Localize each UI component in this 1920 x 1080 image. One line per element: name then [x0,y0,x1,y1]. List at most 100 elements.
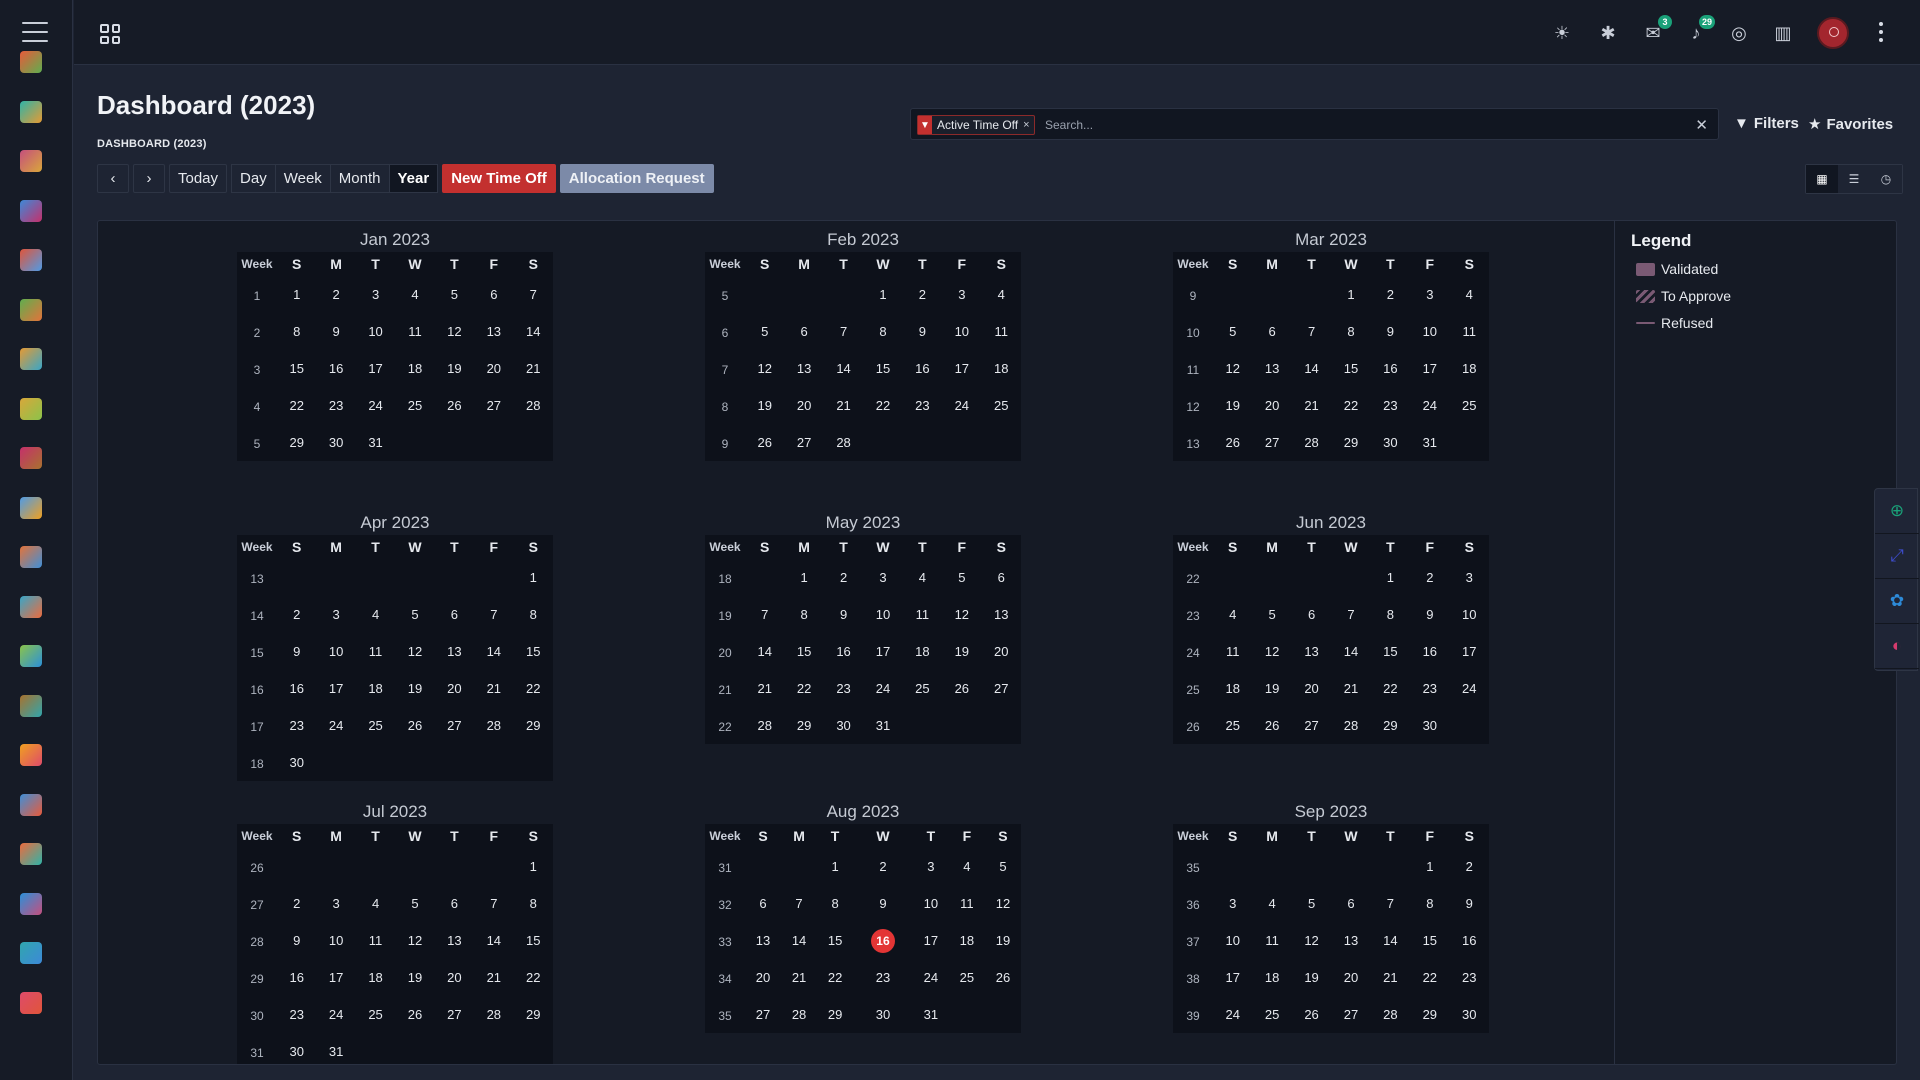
day-cell[interactable]: 28 [514,387,553,424]
day-cell[interactable]: 5 [1213,313,1252,350]
day-cell[interactable]: 9 [1410,596,1449,633]
day-cell[interactable]: 7 [474,885,513,922]
day-cell[interactable]: 29 [277,424,316,461]
day-cell[interactable]: 22 [784,670,823,707]
day-cell[interactable]: 11 [982,313,1021,350]
day-cell[interactable]: 7 [824,313,863,350]
calendar-view-icon[interactable]: ▦ [1806,165,1838,193]
website-app-icon[interactable] [16,889,46,919]
day-cell[interactable]: 15 [514,633,553,670]
day-cell[interactable]: 21 [474,670,513,707]
day-cell[interactable]: 28 [824,424,863,461]
day-cell[interactable]: 16 [277,959,316,996]
day-cell[interactable]: 16 [1410,633,1449,670]
day-cell[interactable]: 25 [395,387,434,424]
day-cell[interactable]: 19 [745,387,784,424]
day-cell[interactable]: 26 [435,387,474,424]
day-cell[interactable]: 28 [474,996,513,1033]
user-avatar[interactable] [1817,17,1849,49]
day-cell[interactable]: 2 [824,559,863,596]
day-cell[interactable]: 31 [863,707,902,744]
day-cell[interactable]: 4 [395,276,434,313]
day-cell[interactable]: 2 [1450,848,1489,885]
day-cell[interactable]: 18 [903,633,942,670]
day-cell[interactable]: 4 [903,559,942,596]
day-cell[interactable]: 6 [435,596,474,633]
settings-app-icon[interactable] [16,988,46,1018]
maintenance-app-icon[interactable] [16,493,46,523]
day-cell[interactable]: 24 [942,387,981,424]
day-cell[interactable]: 20 [435,670,474,707]
scale-day-button[interactable]: Day [231,164,275,193]
day-cell[interactable]: 21 [474,959,513,996]
day-cell[interactable]: 2 [277,596,316,633]
day-cell[interactable]: 11 [903,596,942,633]
day-cell[interactable]: 15 [514,922,553,959]
day-cell[interactable]: 13 [1331,922,1370,959]
day-cell[interactable]: 4 [982,276,1021,313]
day-cell[interactable]: 24 [356,387,395,424]
day-cell[interactable]: 3 [1213,885,1252,922]
allocation-request-button[interactable]: Allocation Request [559,164,714,193]
day-cell[interactable]: 12 [395,633,434,670]
day-cell[interactable]: 30 [277,744,316,781]
day-cell[interactable]: 6 [1252,313,1291,350]
day-cell[interactable]: 9 [316,313,355,350]
day-cell[interactable]: 14 [745,633,784,670]
day-cell[interactable]: 17 [316,959,355,996]
day-cell[interactable]: 1 [784,559,823,596]
day-cell[interactable]: 9 [1371,313,1410,350]
day-cell[interactable]: 26 [1213,424,1252,461]
day-cell[interactable]: 15 [863,350,902,387]
today-day-cell[interactable]: 16 [853,922,913,959]
day-cell[interactable]: 31 [356,424,395,461]
day-cell[interactable]: 4 [1450,276,1489,313]
day-cell[interactable]: 20 [1331,959,1370,996]
day-cell[interactable]: 21 [745,670,784,707]
company-switcher-icon[interactable]: ▥ [1772,22,1794,44]
apps-menu-icon[interactable] [100,24,120,44]
day-cell[interactable]: 18 [982,350,1021,387]
day-cell[interactable]: 18 [356,670,395,707]
day-cell[interactable]: 30 [1371,424,1410,461]
day-cell[interactable]: 14 [474,633,513,670]
employees-app-icon[interactable] [16,542,46,572]
day-cell[interactable]: 12 [435,313,474,350]
day-cell[interactable]: 6 [1331,885,1370,922]
day-cell[interactable]: 2 [1371,276,1410,313]
day-cell[interactable]: 25 [356,707,395,744]
day-cell[interactable]: 6 [435,885,474,922]
day-cell[interactable]: 28 [745,707,784,744]
inventory-app-icon[interactable] [16,146,46,176]
day-cell[interactable]: 26 [395,707,434,744]
day-cell[interactable]: 26 [985,959,1021,996]
day-cell[interactable]: 9 [277,922,316,959]
pos-app-icon[interactable] [16,443,46,473]
day-cell[interactable]: 25 [903,670,942,707]
day-cell[interactable]: 23 [1410,670,1449,707]
day-cell[interactable]: 27 [435,707,474,744]
palette-icon[interactable]: ◐ [1875,624,1919,669]
day-cell[interactable]: 7 [745,596,784,633]
day-cell[interactable]: 7 [781,885,817,922]
day-cell[interactable]: 3 [942,276,981,313]
day-cell[interactable]: 12 [985,885,1021,922]
day-cell[interactable]: 8 [1410,885,1449,922]
day-cell[interactable]: 24 [1450,670,1489,707]
day-cell[interactable]: 13 [1252,350,1291,387]
day-cell[interactable]: 17 [1213,959,1252,996]
day-cell[interactable]: 25 [982,387,1021,424]
day-cell[interactable]: 16 [903,350,942,387]
day-cell[interactable]: 14 [474,922,513,959]
day-cell[interactable]: 19 [942,633,981,670]
day-cell[interactable]: 2 [853,848,913,885]
day-cell[interactable]: 16 [277,670,316,707]
day-cell[interactable]: 21 [1371,959,1410,996]
day-cell[interactable]: 7 [1292,313,1331,350]
day-cell[interactable]: 11 [1252,922,1291,959]
day-cell[interactable]: 2 [903,276,942,313]
day-cell[interactable]: 18 [356,959,395,996]
day-cell[interactable]: 19 [1213,387,1252,424]
day-cell[interactable]: 27 [1292,707,1331,744]
activity-view-icon[interactable]: ◷ [1870,165,1902,193]
